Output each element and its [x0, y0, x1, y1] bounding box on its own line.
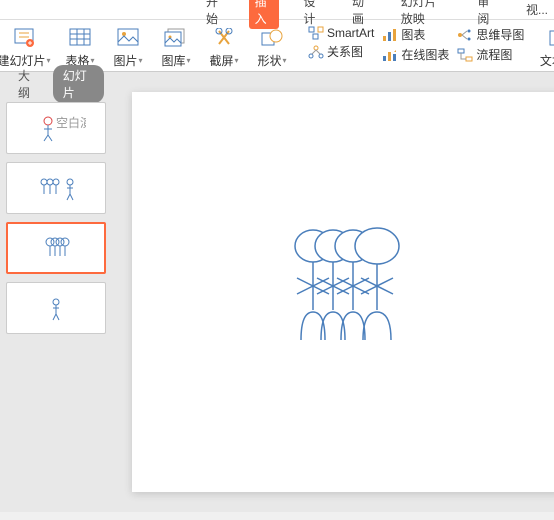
svg-text:空白演示: 空白演示 — [56, 115, 86, 130]
menu-tabs: 开始 插入 设计 动画 幻灯片放映 审阅 视... — [0, 0, 554, 20]
tab-design[interactable]: 设计 — [297, 0, 328, 29]
flowchart-button[interactable]: 流程图 — [457, 46, 524, 63]
flowchart-icon — [457, 48, 473, 62]
slide-panel: 大纲 幻灯片 空白演示 — [0, 72, 112, 512]
textbox-icon: A — [548, 26, 554, 50]
thumbnail-2[interactable] — [6, 162, 106, 214]
table-button[interactable]: 表格▾ — [60, 26, 100, 69]
thumbnail-3[interactable] — [6, 222, 106, 274]
picture-icon — [116, 26, 140, 50]
canvas-area[interactable] — [112, 72, 554, 512]
onlinechart-button[interactable]: 在线图表 — [382, 46, 449, 63]
chevron-down-icon: ▾ — [47, 56, 51, 65]
slide-content-figures — [277, 222, 417, 362]
relation-icon — [308, 45, 324, 59]
tab-review[interactable]: 审阅 — [471, 0, 502, 29]
slide-canvas[interactable] — [132, 92, 554, 492]
thumbnail-list: 空白演示 — [0, 96, 112, 340]
view-tabs: 大纲 幻灯片 — [0, 72, 112, 96]
gallery-icon — [164, 26, 188, 50]
tab-anim[interactable]: 动画 — [346, 0, 377, 29]
shapes-button[interactable]: 形状▾ — [252, 26, 292, 69]
picture-button[interactable]: 图片▾ — [108, 26, 148, 69]
smartart-icon — [308, 26, 324, 40]
mindmap-icon — [457, 28, 473, 42]
chart-button[interactable]: 图表 — [382, 26, 449, 43]
relation-button[interactable]: 关系图 — [308, 43, 374, 60]
smartart-button[interactable]: SmartArt — [308, 26, 374, 40]
workspace: 大纲 幻灯片 空白演示 — [0, 72, 554, 512]
new-slide-button[interactable]: 建幻灯片▾ — [4, 26, 44, 69]
onlinechart-icon — [382, 48, 398, 62]
tab-start[interactable]: 开始 — [200, 0, 231, 29]
gallery-button[interactable]: 图库▾ — [156, 26, 196, 69]
new-slide-icon — [12, 26, 36, 50]
thumbnail-4[interactable] — [6, 282, 106, 334]
screenshot-button[interactable]: 截屏▾ — [204, 26, 244, 69]
textbox-button[interactable]: A 文本框▾ — [540, 26, 554, 69]
table-icon — [68, 26, 92, 50]
mindmap-button[interactable]: 思维导图 — [457, 26, 524, 43]
thumbnail-1[interactable]: 空白演示 — [6, 102, 106, 154]
tab-view[interactable]: 视... — [520, 0, 554, 20]
shapes-icon — [260, 26, 284, 50]
tab-slideshow[interactable]: 幻灯片放映 — [395, 0, 454, 29]
screenshot-icon — [212, 26, 236, 50]
chart-icon — [382, 28, 398, 42]
tab-insert[interactable]: 插入 — [249, 0, 280, 29]
